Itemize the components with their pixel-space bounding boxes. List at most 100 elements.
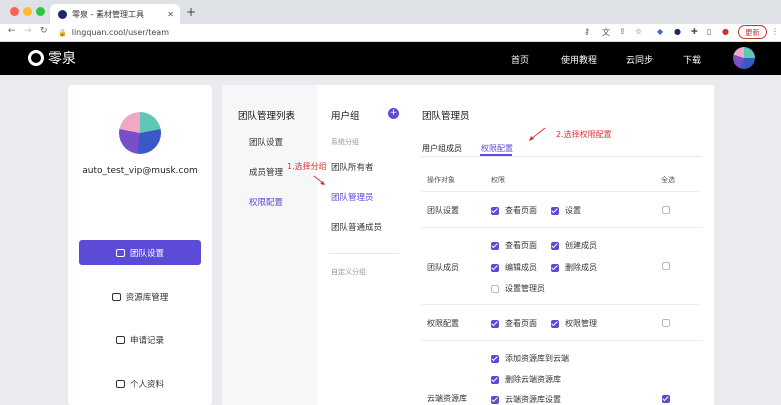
- checkbox[interactable]: [551, 263, 559, 272]
- checkbox[interactable]: [491, 319, 499, 328]
- perm-view-page[interactable]: 查看页面: [491, 205, 537, 216]
- perm-delete-cloud-library[interactable]: 删除云端资源库: [491, 374, 561, 385]
- puzzle-icon[interactable]: ✚: [691, 27, 698, 36]
- perm-create-member[interactable]: 创建成员: [551, 240, 597, 251]
- extension-icon[interactable]: ◆: [657, 27, 663, 36]
- user-email: auto_test_vip@musk.com: [82, 166, 198, 176]
- minimize-window-button[interactable]: [23, 7, 32, 16]
- perm-edit-member[interactable]: 编辑成员: [491, 262, 537, 273]
- site-logo[interactable]: 零泉: [28, 48, 76, 68]
- close-tab-icon[interactable]: ✕: [167, 10, 174, 19]
- checkbox[interactable]: [491, 284, 499, 293]
- tab-divider: [421, 156, 701, 157]
- system-group-tag: 系统分组: [331, 138, 359, 146]
- detail-title: 团队管理员: [422, 111, 470, 122]
- menu-label: 个人资料: [129, 379, 164, 390]
- nav-tutorial[interactable]: 使用教程: [561, 53, 597, 66]
- perm-view-page[interactable]: 查看页面: [491, 318, 537, 329]
- menu-team-settings[interactable]: 团队设置: [79, 240, 201, 265]
- perm-view-page[interactable]: 查看页面: [491, 240, 537, 251]
- checkbox[interactable]: [551, 241, 559, 250]
- checkbox[interactable]: [491, 354, 499, 363]
- select-all-checkbox[interactable]: [662, 206, 670, 214]
- annotation-arrow-2: [529, 127, 546, 141]
- select-all-checkbox[interactable]: [662, 319, 670, 327]
- header-permissions: 权限: [491, 176, 505, 184]
- team-list-title: 团队管理列表: [238, 111, 296, 122]
- checkbox[interactable]: [491, 375, 499, 384]
- more-icon[interactable]: ⋮: [771, 27, 779, 36]
- maximize-window-button[interactable]: [36, 7, 45, 16]
- menu-label: 团队设置: [129, 248, 164, 259]
- profile-icon[interactable]: ●: [722, 27, 729, 36]
- logo-icon: [28, 50, 44, 66]
- team-list-item-settings[interactable]: 团队设置: [249, 136, 283, 148]
- row-divider: [421, 191, 701, 192]
- tab-permissions[interactable]: 权限配置: [481, 143, 513, 154]
- translate-icon[interactable]: 文: [602, 27, 610, 38]
- custom-group-tag: 自定义分组: [331, 268, 366, 276]
- row-label-cloud-library: 云端资源库: [427, 394, 467, 403]
- nav-cloud-sync[interactable]: 云同步: [626, 53, 653, 66]
- checkbox[interactable]: [551, 319, 559, 328]
- site-header: [0, 42, 781, 75]
- checkbox[interactable]: [491, 263, 499, 272]
- user-icon: [115, 379, 125, 388]
- tab-title: 零泉 - 素材管理工具: [72, 9, 144, 19]
- header-target: 操作对象: [427, 176, 455, 184]
- checkbox[interactable]: [491, 241, 499, 250]
- checkbox[interactable]: [491, 206, 499, 215]
- menu-personal-info[interactable]: 个人资料: [79, 371, 201, 396]
- star-icon[interactable]: ☆: [635, 27, 642, 36]
- url-text: lingquan.cool/user/team: [71, 28, 169, 37]
- select-all-checkbox[interactable]: [662, 395, 670, 403]
- group-member[interactable]: 团队普通成员: [331, 221, 382, 233]
- browser-tab-bar: 零泉 - 素材管理工具 ✕ +: [0, 0, 781, 24]
- perm-settings[interactable]: 设置: [551, 205, 581, 216]
- library-icon: [111, 292, 121, 301]
- key-icon[interactable]: ⚷: [584, 27, 590, 36]
- menu-library-management[interactable]: 资源库管理: [79, 284, 201, 309]
- site-favicon-icon: [58, 9, 67, 19]
- header-avatar[interactable]: [733, 47, 755, 69]
- divider: [329, 253, 399, 254]
- add-group-icon[interactable]: +: [388, 108, 399, 119]
- row-label-team-settings: 团队设置: [427, 206, 459, 215]
- row-label-team-members: 团队成员: [427, 263, 459, 272]
- reload-icon[interactable]: ↻: [40, 26, 48, 36]
- browser-tab[interactable]: 零泉 - 素材管理工具 ✕: [50, 4, 180, 24]
- url-field[interactable]: 🔒 lingquan.cool/user/team: [58, 26, 638, 39]
- forward-icon[interactable]: →: [24, 26, 32, 36]
- avatar: [119, 112, 161, 154]
- menu-application-records[interactable]: 申请记录: [79, 327, 201, 352]
- group-admin[interactable]: 团队管理员: [331, 191, 374, 203]
- back-icon[interactable]: ←: [8, 26, 16, 36]
- checkbox[interactable]: [551, 206, 559, 215]
- sidepanel-icon[interactable]: ▯: [707, 27, 711, 36]
- logo-text: 零泉: [48, 51, 76, 67]
- records-icon: [115, 335, 125, 344]
- lock-icon: 🔒: [58, 28, 67, 37]
- group-owner[interactable]: 团队所有者: [331, 161, 374, 173]
- annotation-arrow-1: [313, 175, 325, 185]
- row-divider: [421, 227, 701, 228]
- share-icon[interactable]: ⇪: [619, 27, 626, 36]
- update-button[interactable]: 更新: [738, 25, 767, 39]
- perm-add-library-to-cloud[interactable]: 添加资源库到云端: [491, 353, 569, 364]
- team-list-item-permissions[interactable]: 权限配置: [249, 196, 283, 208]
- perm-permission-management[interactable]: 权限管理: [551, 318, 597, 329]
- perm-set-admin[interactable]: 设置管理员: [491, 283, 545, 294]
- team-icon: [115, 248, 125, 257]
- nav-download[interactable]: 下载: [683, 53, 701, 66]
- header-select-all: 全选: [661, 176, 675, 184]
- new-tab-icon[interactable]: +: [186, 5, 196, 19]
- perm-delete-member[interactable]: 删除成员: [551, 262, 597, 273]
- select-all-checkbox[interactable]: [662, 262, 670, 270]
- extension-lingquan-icon[interactable]: ●: [674, 27, 681, 36]
- annotation-step1: 1.选择分组: [287, 162, 327, 171]
- tab-group-members[interactable]: 用户组成员: [422, 143, 462, 154]
- team-list-item-members[interactable]: 成员管理: [249, 166, 283, 178]
- group-panel-title: 用户组: [331, 111, 360, 122]
- close-window-button[interactable]: [10, 7, 19, 16]
- nav-home[interactable]: 首页: [511, 53, 529, 66]
